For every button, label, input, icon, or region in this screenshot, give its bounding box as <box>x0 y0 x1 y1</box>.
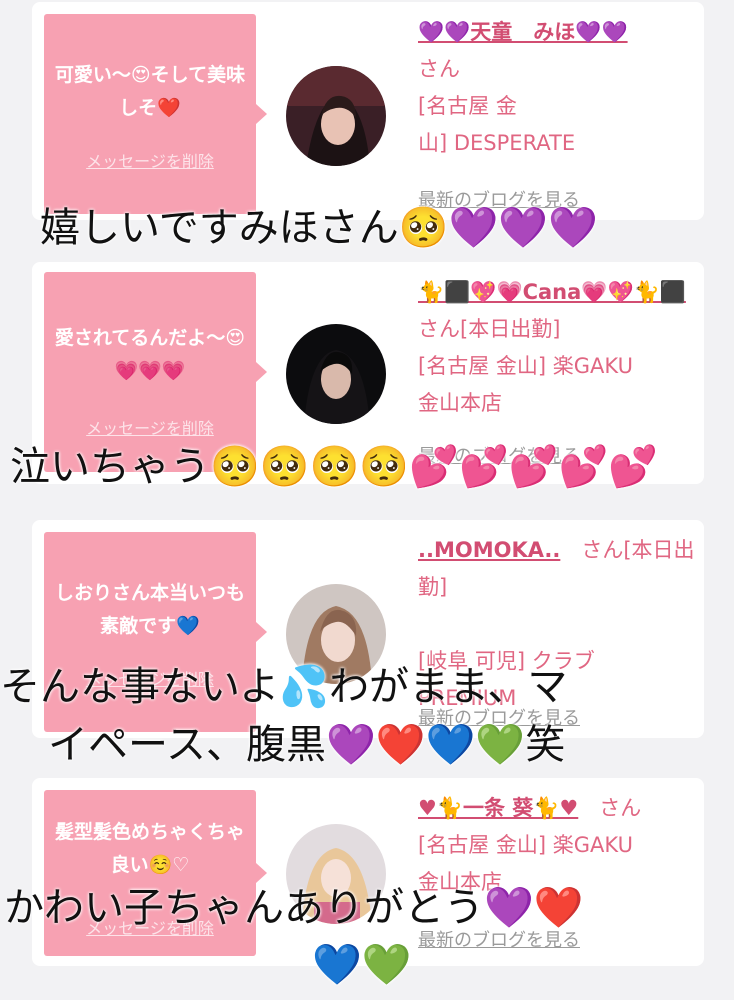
honorific: さん[本日出勤] <box>418 317 561 341</box>
overlay-caption: 💙💚 <box>312 942 412 988</box>
message-card: 髪型髪色めちゃくちゃ良い☺️♡ メッセージを削除 ♥🐈一条 葵🐈♥ さん [名古… <box>32 778 704 966</box>
profile-name-link[interactable]: ..MOMOKA.. <box>418 538 560 562</box>
profile-name-link[interactable]: ♥🐈一条 葵🐈♥ <box>418 796 578 820</box>
overlay-caption: イペース、腹黒💜❤️💙💚笑 <box>48 722 566 768</box>
shop-line: [名古屋 金 <box>418 94 517 118</box>
avatar[interactable] <box>286 66 386 166</box>
shop-line: 金山本店 <box>418 391 502 415</box>
overlay-caption: 泣いちゃう🥺🥺🥺🥺💕💕💕💕💕 <box>10 444 659 490</box>
overlay-caption: そんな事ないよ💦わがまま、マ <box>0 664 568 710</box>
message-bubble: 愛されてるんだよ〜😍💗💗💗 メッセージを削除 <box>44 272 267 472</box>
profile-name-link[interactable]: 🐈⬛💖💗Cana💗💖🐈⬛ <box>418 280 686 304</box>
message-bubble: 髪型髪色めちゃくちゃ良い☺️♡ メッセージを削除 <box>44 790 267 956</box>
message-text: 髪型髪色めちゃくちゃ良い☺️♡ <box>54 821 245 876</box>
overlay-caption: かわい子ちゃんありがとう💜❤️ <box>4 885 584 931</box>
honorific: さん <box>418 57 460 81</box>
avatar[interactable] <box>286 324 386 424</box>
profile-info: 🐈⬛💖💗Cana💗💖🐈⬛ さん[本日出勤] [名古屋 金山] 楽GAKU 金山本… <box>418 274 698 422</box>
message-bubble: 可愛い〜😍そして美味しそ❤️ メッセージを削除 <box>44 14 267 214</box>
message-card: 可愛い〜😍そして美味しそ❤️ メッセージを削除 💜💜天童 みほ💜💜 さん [名古… <box>32 2 704 220</box>
shop-line: 山] DESPERATE <box>418 131 576 155</box>
honorific: さん <box>599 796 642 820</box>
profile-info: 💜💜天童 みほ💜💜 さん [名古屋 金 山] DESPERATE <box>418 14 698 162</box>
profile-name-link[interactable]: 💜💜天童 みほ💜💜 <box>418 20 628 44</box>
shop-line: [名古屋 金山] 楽GAKU <box>418 354 633 378</box>
delete-message-link[interactable]: メッセージを削除 <box>44 145 256 178</box>
delete-message-link[interactable]: メッセージを削除 <box>44 412 256 445</box>
shop-line: [名古屋 金山] 楽GAKU <box>418 833 633 857</box>
overlay-caption: 嬉しいですみほさん🥺💜💜💜 <box>40 205 599 251</box>
message-text: しおりさん本当いつも素敵です💙 <box>54 582 245 637</box>
message-text: 可愛い〜😍そして美味しそ❤️ <box>54 64 246 119</box>
message-text: 愛されてるんだよ〜😍💗💗💗 <box>54 327 246 382</box>
